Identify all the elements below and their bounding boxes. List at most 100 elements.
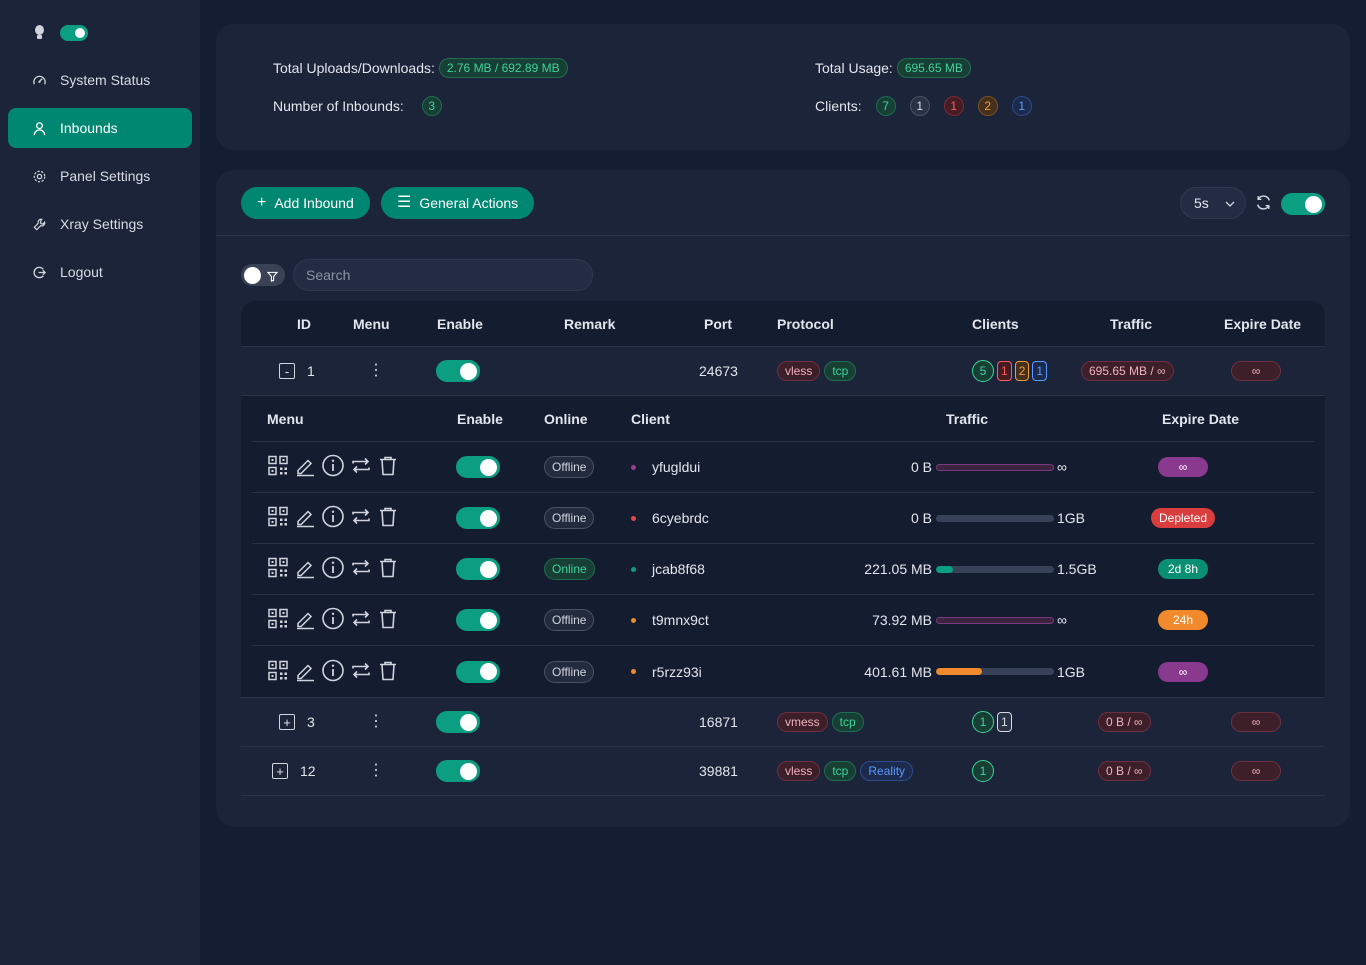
clients-count-badge[interactable]: 1 [972,760,994,782]
add-inbound-label: Add Inbound [274,195,354,211]
filter-toggle[interactable] [241,264,285,286]
info-icon[interactable] [321,454,345,481]
refresh-interval-select[interactable]: 5s [1180,187,1246,219]
edit-icon[interactable] [294,608,316,633]
refresh-icon[interactable] [1255,194,1272,214]
header-traffic: Traffic [946,411,989,427]
transport-tag: tcp [824,761,857,781]
clients-count-badge[interactable]: 5 [972,360,994,382]
sidebar-item-system-status[interactable]: System Status [8,60,192,100]
client-enable-toggle[interactable] [456,609,500,631]
more-menu-icon[interactable]: ⋮ [368,714,384,730]
delete-icon[interactable] [377,659,399,684]
edit-icon[interactable] [294,455,316,480]
inbound-enable-toggle[interactable] [436,711,480,733]
more-menu-icon[interactable]: ⋮ [368,763,384,779]
expand-button[interactable]: + [279,714,295,730]
sidebar-item-logout[interactable]: Logout [8,252,192,292]
auto-refresh-toggle[interactable] [1281,193,1325,215]
inbounds-table-header: ID Menu Enable Remark Port Protocol Clie… [241,301,1325,347]
reset-traffic-icon[interactable] [350,608,372,633]
client-name-cell: r5rzz93i [631,664,702,680]
clients-disabled-badge: 1 [909,96,930,116]
inbound-port: 39881 [699,763,738,779]
clients-total-badge: 7 [875,96,896,116]
reset-traffic-icon[interactable] [350,506,372,531]
more-menu-icon[interactable]: ⋮ [368,363,384,379]
header-port: Port [704,316,732,332]
header-traffic: Traffic [1110,316,1153,332]
client-actions [267,505,399,532]
transport-tag: tcp [824,361,857,381]
expand-button[interactable]: + [272,763,288,779]
clients-depleted-badge[interactable]: 1 [997,361,1012,381]
client-enable-toggle[interactable] [456,558,500,580]
header-remark: Remark [564,316,616,332]
delete-icon[interactable] [377,557,399,582]
info-icon[interactable] [321,658,345,685]
clients-count-badge[interactable]: 1 [972,711,994,733]
client-row: Offline 6cyebrdc 0 B 1GB Depleted [252,493,1314,544]
sidebar-item-label: System Status [60,72,151,88]
clients-subtable-header: Menu Enable Online Client Traffic Expire… [252,396,1314,442]
qrcode-icon[interactable] [267,659,289,684]
inbound-id: 3 [307,714,315,730]
client-enable-toggle[interactable] [456,660,500,683]
client-expire-badge: ∞ [1158,457,1208,477]
edit-icon[interactable] [294,506,316,531]
info-icon[interactable] [321,556,345,583]
uploads-downloads-stat: Total Uploads/Downloads: 2.76 MB / 692.8… [273,58,568,78]
qrcode-icon[interactable] [267,506,289,531]
qrcode-icon[interactable] [267,608,289,633]
dashboard-icon [32,73,47,88]
inbound-enable-toggle[interactable] [436,360,480,382]
reset-traffic-icon[interactable] [350,557,372,582]
protocol-cell: vmess tcp [777,712,864,732]
sidebar-item-panel-settings[interactable]: Panel Settings [8,156,192,196]
header-expire-date: Expire Date [1224,316,1302,332]
traffic-progress-bar [936,514,1054,522]
chevron-down-icon [1225,195,1235,211]
client-row: Offline r5rzz93i 401.61 MB 1GB ∞ [252,646,1314,697]
search-input[interactable] [293,259,593,291]
inbounds-label: Number of Inbounds: [273,98,404,114]
clients-expiring-badge: 2 [977,96,998,116]
inbound-enable-toggle[interactable] [436,760,480,782]
general-actions-button[interactable]: ☰ General Actions [381,187,535,219]
client-row: Online jcab8f68 221.05 MB 1.5GB 2d 8h [252,544,1314,595]
info-icon[interactable] [321,607,345,634]
add-inbound-button[interactable]: + Add Inbound [241,187,370,219]
edit-icon[interactable] [294,557,316,582]
reset-traffic-icon[interactable] [350,659,372,684]
traffic-progress-bar [936,565,1054,573]
client-enable-toggle[interactable] [456,456,500,478]
delete-icon[interactable] [377,455,399,480]
sidebar-item-inbounds[interactable]: Inbounds [8,108,192,148]
delete-icon[interactable] [377,506,399,531]
client-expire-badge: Depleted [1151,508,1216,528]
clients-disabled-badge[interactable]: 1 [997,712,1012,732]
protocol-tag: vless [777,761,821,781]
client-traffic-used: 73.92 MB [872,612,932,628]
reset-traffic-icon[interactable] [350,455,372,480]
theme-toggle[interactable] [60,25,88,41]
client-expire-badge: ∞ [1158,661,1208,682]
edit-icon[interactable] [294,659,316,684]
id-cell: + 12 [272,763,316,779]
general-actions-label: General Actions [419,195,519,211]
info-icon[interactable] [321,505,345,532]
sidebar-item-xray-settings[interactable]: Xray Settings [8,204,192,244]
gear-icon [32,169,47,184]
client-row: Offline yfugldui 0 B ∞ ∞ [252,442,1314,493]
clients-expiring-badge[interactable]: 2 [1014,361,1030,381]
qrcode-icon[interactable] [267,455,289,480]
qrcode-icon[interactable] [267,557,289,582]
collapse-button[interactable]: - [279,363,295,379]
client-actions [267,556,399,583]
id-cell: - 1 [279,363,315,379]
wrench-icon [32,217,47,232]
clients-online-badge[interactable]: 1 [1032,361,1048,381]
client-enable-toggle[interactable] [456,507,500,529]
delete-icon[interactable] [377,608,399,633]
client-name-cell: 6cyebrdc [631,510,709,526]
